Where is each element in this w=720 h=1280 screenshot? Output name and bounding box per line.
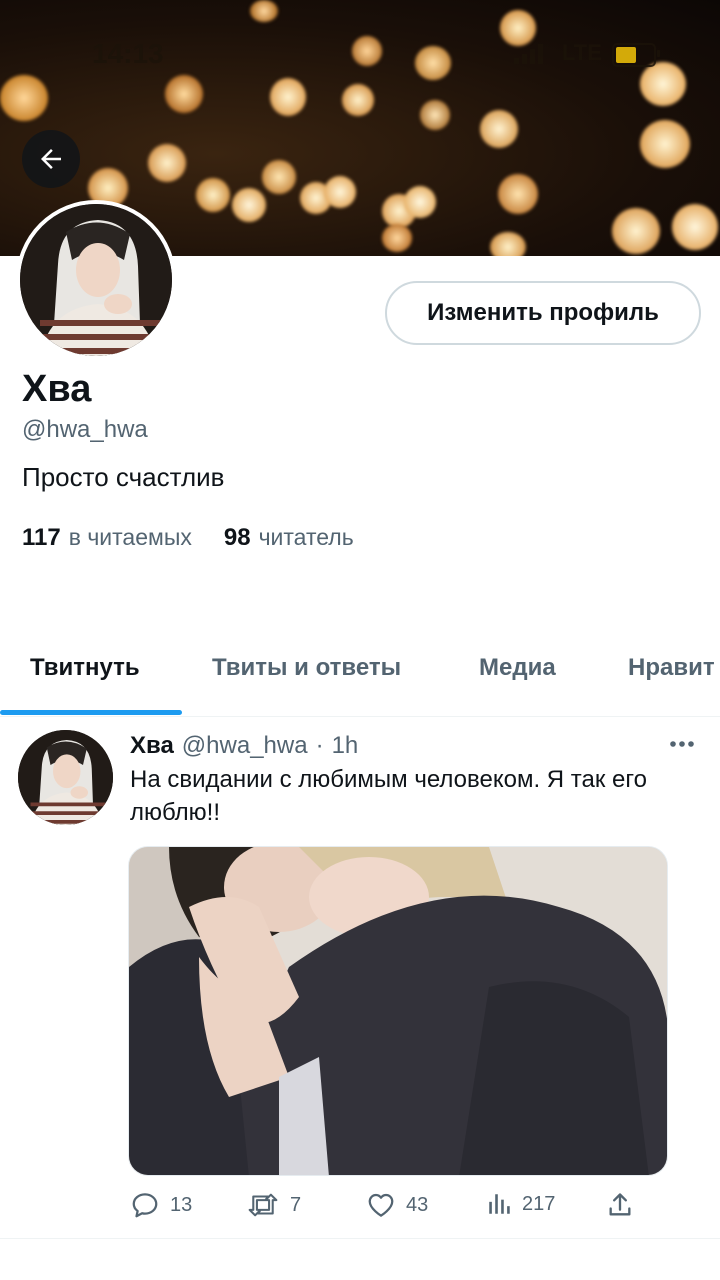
reply-icon	[132, 1193, 158, 1218]
tweet-media[interactable]	[128, 846, 668, 1176]
battery-icon	[612, 43, 660, 67]
retweet-button[interactable]: 7	[246, 1190, 301, 1220]
back-button[interactable]	[22, 130, 80, 188]
tweet-header: Хва @hwa_hwa · 1h	[130, 732, 358, 760]
avatar-image	[20, 204, 172, 356]
followers-count[interactable]: 98	[224, 524, 251, 552]
like-icon	[368, 1193, 394, 1217]
divider	[0, 716, 720, 717]
profile-tabs: Твитнуть Твиты и ответы Медиа Нравит	[0, 634, 720, 716]
share-button[interactable]	[606, 1190, 634, 1220]
signal-icon	[514, 44, 543, 64]
tab-tweets-and-replies[interactable]: Твиты и ответы	[212, 654, 401, 682]
retweet-count: 7	[290, 1193, 302, 1216]
tweet-time[interactable]: 1h	[332, 732, 359, 760]
active-tab-indicator	[0, 710, 182, 715]
profile-avatar[interactable]	[16, 200, 176, 360]
tweet-actions: 13 7 43 217	[130, 1190, 640, 1224]
tab-likes[interactable]: Нравит	[628, 654, 715, 682]
following-count[interactable]: 117	[22, 524, 61, 552]
profile-display-name: Хва	[22, 368, 92, 410]
back-arrow-icon	[41, 149, 61, 169]
reply-count: 13	[170, 1193, 193, 1216]
profile-handle: @hwa_hwa	[22, 416, 148, 443]
more-icon[interactable]	[668, 734, 698, 754]
following-label[interactable]: в читаемых	[69, 524, 192, 551]
like-button[interactable]: 43	[366, 1190, 428, 1220]
profile-stats: 117 в читаемых 98 читатель	[22, 524, 354, 552]
status-time: 14:13	[92, 38, 164, 69]
followers-label[interactable]: читатель	[259, 524, 354, 551]
avatar-image	[18, 730, 113, 825]
tweet-separator: ·	[315, 732, 324, 759]
tweet-author-handle[interactable]: @hwa_hwa	[182, 732, 308, 760]
like-count: 43	[406, 1193, 429, 1216]
views-button[interactable]: 217	[486, 1190, 555, 1218]
divider	[0, 1238, 720, 1239]
tab-tweets[interactable]: Твитнуть	[30, 654, 140, 682]
tweet-text: На свидании с любимым человеком. Я так е…	[130, 766, 647, 826]
tweet-author-avatar[interactable]	[18, 730, 113, 825]
tab-media[interactable]: Медиа	[479, 654, 556, 682]
edit-profile-button[interactable]: Изменить профиль	[385, 281, 701, 345]
views-count: 217	[522, 1192, 556, 1215]
profile-bio: Просто счастлив	[22, 462, 225, 492]
tweet-author-name[interactable]: Хва	[130, 732, 174, 760]
network-label: LTE	[562, 40, 602, 65]
share-icon	[609, 1193, 631, 1216]
retweet-icon	[248, 1193, 278, 1217]
reply-button[interactable]: 13	[130, 1190, 192, 1220]
tweet-photo	[129, 847, 667, 1175]
views-icon	[489, 1194, 510, 1214]
status-bar: 14:13 LTE	[0, 38, 720, 72]
